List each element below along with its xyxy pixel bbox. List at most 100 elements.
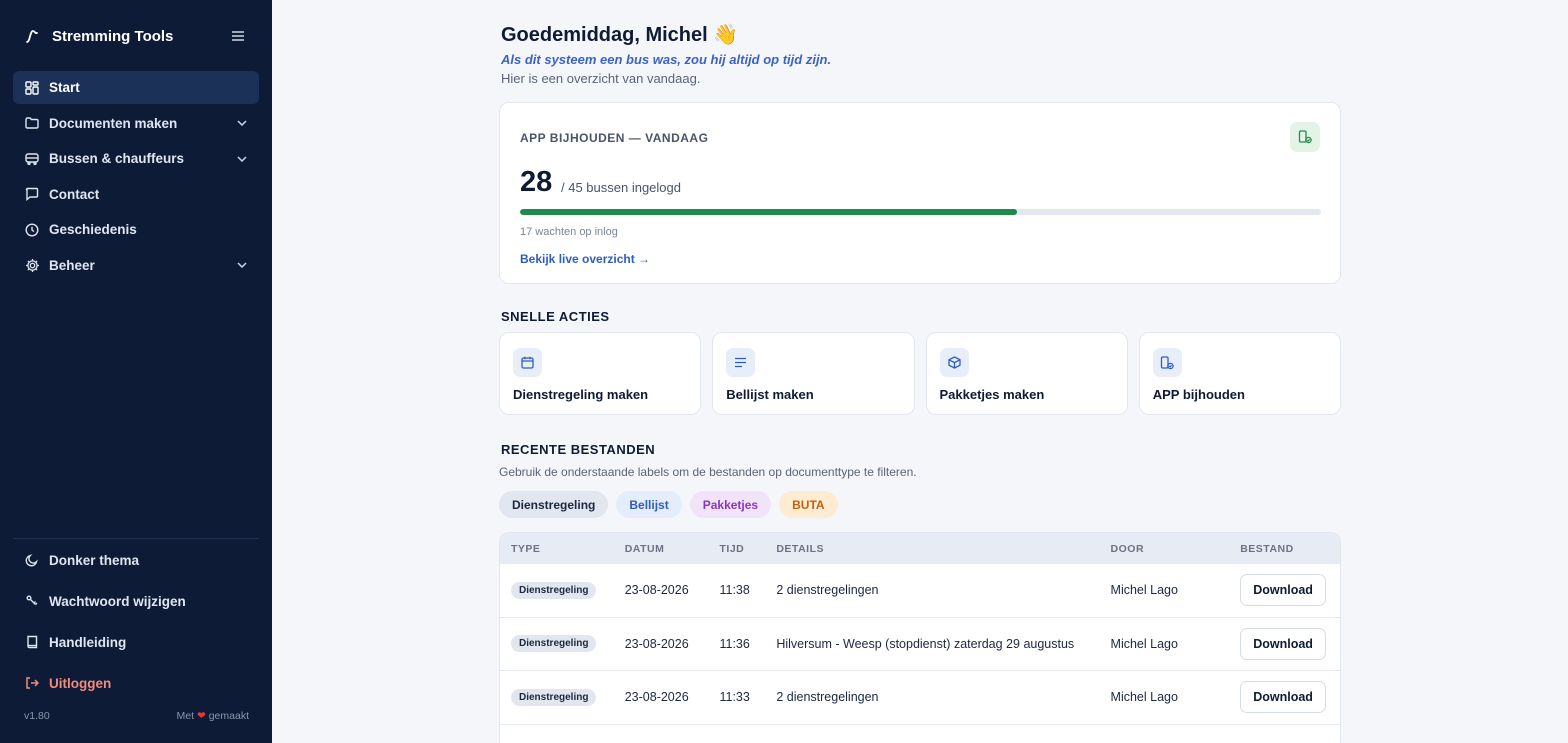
sidebar-item-beheer[interactable]: Beheer <box>13 249 259 282</box>
sidebar-item-contact[interactable]: Contact <box>13 178 259 211</box>
quick-action-label: APP bijhouden <box>1152 387 1245 402</box>
sidebar-item-label: Documenten maken <box>49 115 178 131</box>
logout-link[interactable]: Uitloggen <box>13 667 259 699</box>
gear-icon <box>24 257 40 273</box>
key-icon <box>24 593 40 609</box>
quick-actions-title: SNELLE ACTIES <box>501 309 610 324</box>
logged-in-total: / 45 bussen ingelogd <box>561 180 681 195</box>
column-header-file: BESTAND <box>1240 542 1294 555</box>
type-cell: Dienstregeling <box>500 635 625 653</box>
type-badge: Dienstregeling <box>511 688 597 706</box>
quick-action-dienstregeling[interactable]: Dienstregeling maken <box>499 332 702 415</box>
login-progress-fill <box>520 209 1017 215</box>
download-button[interactable]: Download <box>1240 574 1326 607</box>
date-cell: 23-08-2026 <box>624 583 689 598</box>
column-header-details: DETAILS <box>776 542 824 555</box>
author-cell: Michel Lago <box>1110 583 1178 598</box>
chevron-down-icon <box>236 153 248 165</box>
dashboard-icon <box>24 80 40 96</box>
page-subtitle: Hier is een overzicht van vandaag. <box>501 71 701 86</box>
details-cell: 2 dienstregelingen <box>776 690 879 705</box>
file-cell: Download <box>1240 574 1340 607</box>
time-cell: 11:36 <box>719 636 750 651</box>
column-header-by: DOOR <box>1110 542 1145 555</box>
change-password-link[interactable]: Wachtwoord wijzigen <box>13 585 259 617</box>
list-icon <box>726 348 756 377</box>
app-tracking-card: APP BIJHOUDEN — VANDAAG 28 / 45 bussen i… <box>499 102 1341 284</box>
live-overview-link[interactable]: Bekijk live overzicht → <box>520 252 650 266</box>
author-cell: Michel Lago <box>1110 636 1178 651</box>
sidebar-item-geschiedenis[interactable]: Geschiedenis <box>13 213 259 246</box>
clock-icon <box>24 222 40 238</box>
manual-label: Handleiding <box>49 634 127 650</box>
waiting-count: 17 wachten op inlog <box>520 226 618 238</box>
table-row: Dienstregeling 23-08-2026 11:36 Hilversu… <box>500 618 1340 671</box>
stream-logo-icon <box>24 27 42 45</box>
package-icon <box>939 348 969 377</box>
download-button[interactable]: Download <box>1240 627 1326 660</box>
device-icon <box>1152 348 1182 377</box>
type-badge: Dienstregeling <box>511 581 597 599</box>
sidebar-bottom-nav: Donker thema Wachtwoord wijzigen Handlei… <box>13 544 259 708</box>
page-title: Goedemiddag, Michel 👋 <box>501 24 739 46</box>
sidebar-footer: v1.80 Met ❤ gemaakt <box>24 710 249 722</box>
column-header-type: TYPE <box>511 542 541 555</box>
quick-action-label: Pakketjes maken <box>939 387 1045 402</box>
sidebar-item-label: Start <box>49 80 80 95</box>
quick-action-label: Bellijst maken <box>726 387 814 402</box>
filter-buta[interactable]: BUTA <box>779 491 838 518</box>
filter-pakketjes[interactable]: Pakketjes <box>689 491 772 518</box>
sidebar-item-start[interactable]: Start <box>13 71 259 104</box>
manual-link[interactable]: Handleiding <box>13 626 259 658</box>
date-cell: 23-08-2026 <box>624 690 689 705</box>
chevron-down-icon <box>236 259 248 271</box>
app-card-title: APP BIJHOUDEN — VANDAAG <box>520 131 709 145</box>
chevron-down-icon <box>236 117 248 129</box>
table-row: Dienstregeling 23-08-2026 11:38 2 dienst… <box>500 564 1340 618</box>
sidebar: Stremming Tools Start Documenten maken B… <box>0 0 272 743</box>
book-icon <box>24 634 40 650</box>
made-with-suffix: gemaakt <box>208 710 249 722</box>
logged-in-count: 28 <box>520 166 553 198</box>
table-row: Dienstregeling 23-08-2026 11:33 2 dienst… <box>500 671 1340 725</box>
quick-action-bellijst[interactable]: Bellijst maken <box>712 332 915 415</box>
type-filters: Dienstregeling Bellijst Pakketjes BUTA <box>499 491 838 518</box>
bus-icon <box>24 151 40 167</box>
main-nav: Start Documenten maken Bussen & chauffeu… <box>13 71 259 284</box>
file-cell: Download <box>1240 627 1340 660</box>
filter-bellijst[interactable]: Bellijst <box>616 491 682 518</box>
table-header: TYPE DATUM TIJD DETAILS DOOR BESTAND <box>500 533 1340 564</box>
made-with-prefix: Met <box>176 710 195 722</box>
quick-action-app-bijhouden[interactable]: APP bijhouden <box>1138 332 1341 415</box>
details-cell: 2 dienstregelingen <box>776 583 879 598</box>
folder-icon <box>24 115 40 131</box>
chat-icon <box>24 186 40 202</box>
sidebar-item-documenten-maken[interactable]: Documenten maken <box>13 107 259 140</box>
type-badge: Dienstregeling <box>511 635 597 653</box>
logout-label: Uitloggen <box>49 675 112 691</box>
recent-files-title: RECENTE BESTANDEN <box>501 442 656 457</box>
login-progress-bar <box>520 209 1321 215</box>
moon-icon <box>24 552 40 568</box>
filter-dienstregeling[interactable]: Dienstregeling <box>499 491 609 518</box>
details-cell: Hilversum - Weesp (stopdienst) zaterdag … <box>776 636 1075 651</box>
dark-theme-label: Donker thema <box>49 552 140 568</box>
brand: Stremming Tools <box>24 26 248 46</box>
file-cell: Download <box>1240 681 1340 714</box>
sidebar-item-label: Beheer <box>49 257 95 273</box>
hamburger-menu-icon[interactable] <box>228 26 248 46</box>
time-cell: 11:38 <box>719 583 750 598</box>
dark-theme-toggle[interactable]: Donker thema <box>13 544 259 576</box>
logout-icon <box>24 675 40 691</box>
filter-hint: Gebruik de onderstaande labels om de bes… <box>499 465 917 479</box>
change-password-label: Wachtwoord wijzigen <box>49 593 186 609</box>
quick-action-pakketjes[interactable]: Pakketjes maken <box>925 332 1128 415</box>
quick-actions: Dienstregeling maken Bellijst maken Pakk… <box>499 332 1341 416</box>
download-button[interactable]: Download <box>1240 681 1326 714</box>
sidebar-divider <box>13 538 259 539</box>
heart-icon: ❤ <box>196 710 206 722</box>
type-cell: Dienstregeling <box>500 581 625 599</box>
type-cell: Dienstregeling <box>500 688 625 706</box>
sidebar-item-bussen-chauffeurs[interactable]: Bussen & chauffeurs <box>13 142 259 175</box>
sidebar-item-label: Bussen & chauffeurs <box>49 151 185 166</box>
